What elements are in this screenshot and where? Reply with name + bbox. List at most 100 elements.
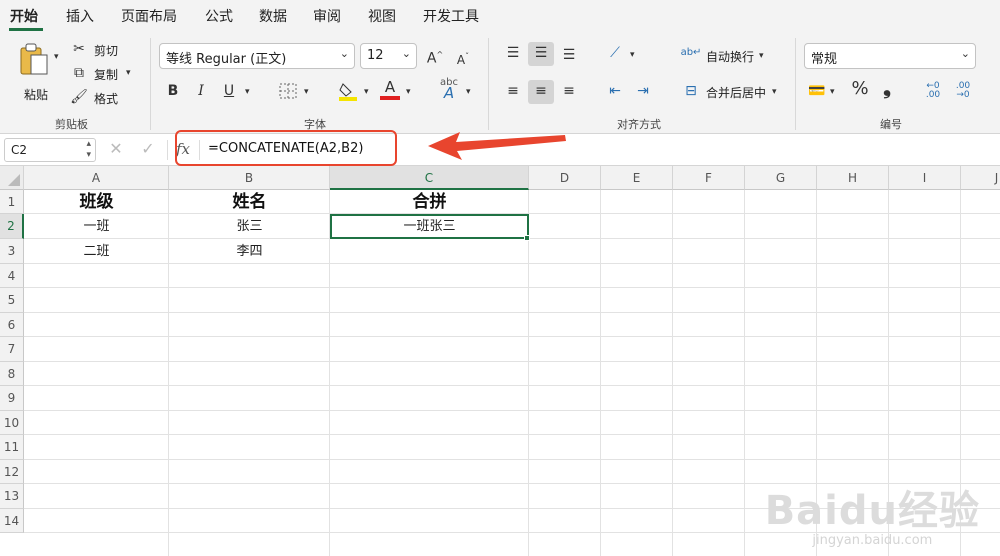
currency-icon[interactable]: 💳 [806,82,828,100]
font-name-value: 等线 Regular (正文) [166,52,287,67]
tab-formulas[interactable]: 公式 [205,6,233,26]
borders-dropdown-chevron-icon[interactable]: ▾ [304,87,309,97]
gridline [24,410,1000,411]
row-header-14[interactable]: 14 [0,509,24,533]
gridline [24,434,1000,435]
column-header-h[interactable]: H [817,166,889,190]
borders-icon[interactable] [278,82,298,100]
fill-color-icon[interactable] [338,80,358,102]
row-header-10[interactable]: 10 [0,411,24,435]
clipboard-group-label: 剪贴板 [55,118,88,131]
gridline [744,190,745,556]
name-box-stepper-icon[interactable]: ▴ ▾ [86,139,91,161]
increase-indent-icon[interactable]: ⇥ [632,82,654,100]
font-size-value: 12 [367,48,384,63]
tab-page-layout[interactable]: 页面布局 [121,6,177,26]
decrease-font-size-icon[interactable]: Aˇ [453,48,473,69]
column-header-b[interactable]: B [169,166,330,190]
tab-home[interactable]: 开始 [10,6,38,26]
divider [150,38,151,130]
cut-button[interactable]: 剪切 [94,42,118,59]
row-header-13[interactable]: 13 [0,484,24,509]
cancel-icon[interactable]: ✕ [106,140,126,158]
font-name-select[interactable]: 等线 Regular (正文) ⌄ [159,43,355,69]
column-header-j[interactable]: J [961,166,1000,190]
underline-button[interactable]: U [220,82,238,100]
row-header-6[interactable]: 6 [0,313,24,337]
align-top-icon[interactable]: ☰ [502,44,524,62]
row-header-8[interactable]: 8 [0,362,24,386]
increase-decimal-icon[interactable]: ←0.00 [922,82,944,100]
wrap-text-button[interactable]: 自动换行 [706,48,754,65]
align-bottom-icon[interactable]: ☰ [558,46,580,64]
row-header-1[interactable]: 1 [0,190,24,214]
decrease-decimal-icon[interactable]: .00 →0 [952,82,974,100]
currency-dropdown-chevron-icon[interactable]: ▾ [830,87,835,97]
cell-c1[interactable]: 合拼 [330,191,529,213]
row-header-12[interactable]: 12 [0,460,24,484]
cell-a1[interactable]: 班级 [24,191,169,213]
cell-a2[interactable]: 一班 [24,214,169,239]
copy-dropdown-chevron-icon[interactable]: ▾ [126,68,131,78]
row-header-11[interactable]: 11 [0,435,24,460]
wrap-text-dropdown-chevron-icon[interactable]: ▾ [759,51,764,61]
tab-insert[interactable]: 插入 [66,6,94,26]
orientation-dropdown-chevron-icon[interactable]: ▾ [630,50,635,60]
font-size-select[interactable]: 12 ⌄ [360,43,417,69]
row-header-5[interactable]: 5 [0,288,24,313]
fill-color-dropdown-chevron-icon[interactable]: ▾ [364,87,369,97]
bold-button[interactable]: B [164,82,182,100]
font-color-dropdown-chevron-icon[interactable]: ▾ [406,87,411,97]
select-all-corner[interactable] [0,166,24,190]
row-header-9[interactable]: 9 [0,386,24,411]
name-box[interactable]: C2 ▴ ▾ [4,138,96,162]
tab-view[interactable]: 视图 [368,6,396,26]
tab-data[interactable]: 数据 [259,6,287,26]
gridline [24,287,1000,288]
cell-a3[interactable]: 二班 [24,239,169,264]
increase-font-size-icon[interactable]: A^ [425,46,445,68]
percent-button[interactable]: % [848,80,872,98]
copy-button[interactable]: 复制 [94,66,118,83]
worksheet-grid[interactable]: A B C D E F G H I J 1 2 3 4 5 6 7 8 9 10… [0,166,1000,556]
phonetic-dropdown-chevron-icon[interactable]: ▾ [466,87,471,97]
watermark-url: jingyan.baidu.com [812,533,933,548]
tab-developer[interactable]: 开发工具 [423,6,479,26]
row-header-2[interactable]: 2 [0,214,24,239]
phonetic-icon[interactable]: abc A [438,78,460,101]
comma-style-button[interactable]: ❟ [876,77,898,97]
underline-dropdown-chevron-icon[interactable]: ▾ [245,87,250,97]
column-header-e[interactable]: E [601,166,673,190]
merge-dropdown-chevron-icon[interactable]: ▾ [772,87,777,97]
column-header-f[interactable]: F [673,166,745,190]
cell-b1[interactable]: 姓名 [169,191,330,213]
column-header-g[interactable]: G [745,166,817,190]
row-header-4[interactable]: 4 [0,264,24,288]
wrap-text-icon: ab↵ [680,47,702,58]
paste-dropdown-chevron-icon[interactable]: ▾ [54,52,59,62]
fill-handle[interactable] [524,235,530,241]
format-painter-button[interactable]: 格式 [94,90,118,107]
number-format-select[interactable]: 常规 ⌄ [804,43,976,69]
tab-review[interactable]: 审阅 [313,6,341,26]
brush-icon: 🖌 [70,89,88,105]
formula-highlight-box [175,130,397,166]
align-right-icon[interactable]: ≡ [558,82,580,100]
font-color-icon[interactable]: A [380,78,400,96]
paste-button[interactable]: 粘贴 [12,40,56,102]
confirm-icon[interactable]: ✓ [138,140,158,158]
orientation-icon[interactable]: ⟋ [604,44,626,62]
column-header-c[interactable]: C [330,166,529,190]
align-left-icon[interactable]: ≡ [502,82,524,100]
cell-b3[interactable]: 李四 [169,239,330,264]
row-header-7[interactable]: 7 [0,337,24,362]
row-header-3[interactable]: 3 [0,239,24,264]
gridline [24,312,1000,313]
cell-b2[interactable]: 张三 [169,214,330,239]
merge-center-button[interactable]: 合并后居中 [706,84,766,101]
column-header-i[interactable]: I [889,166,961,190]
column-header-d[interactable]: D [529,166,601,190]
italic-button[interactable]: I [192,82,210,100]
decrease-indent-icon[interactable]: ⇤ [604,82,626,100]
column-header-a[interactable]: A [24,166,169,190]
